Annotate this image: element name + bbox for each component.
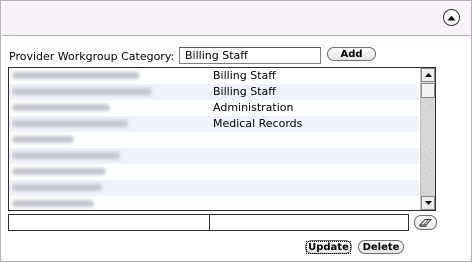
arrow-up-icon [424, 73, 432, 77]
collapse-button[interactable] [443, 9, 460, 26]
provider-name-redacted [12, 182, 202, 193]
provider-category: Medical Records [213, 117, 303, 130]
list-row[interactable]: Billing Staff [9, 84, 419, 100]
edit-category-field[interactable] [209, 214, 409, 231]
list-row[interactable]: Billing Staff [9, 68, 419, 84]
scroll-down-button[interactable] [421, 196, 435, 210]
list-row[interactable] [9, 132, 419, 148]
list-row[interactable] [9, 148, 419, 164]
provider-name-redacted [12, 86, 202, 97]
provider-category: Billing Staff [213, 69, 276, 82]
category-input[interactable] [179, 47, 321, 64]
provider-name-redacted [12, 166, 202, 177]
scroll-thumb[interactable] [421, 83, 435, 98]
provider-name-redacted [12, 150, 202, 161]
add-button[interactable]: Add [327, 47, 376, 61]
provider-category: Billing Staff [213, 85, 276, 98]
edit-name-field[interactable] [8, 214, 210, 231]
list-row[interactable]: Medical Records [9, 116, 419, 132]
scroll-track[interactable] [422, 99, 435, 195]
provider-name-redacted [12, 198, 202, 209]
provider-name-redacted [12, 118, 202, 129]
update-button[interactable]: Update [305, 240, 352, 254]
list-row[interactable] [9, 180, 419, 196]
update-label: Update [306, 241, 351, 254]
vertical-scrollbar[interactable] [420, 68, 435, 210]
category-label: Provider Workgroup Category: [9, 50, 175, 63]
arrow-down-icon [424, 201, 432, 205]
scroll-up-button[interactable] [421, 68, 435, 82]
provider-list[interactable]: Billing Staff Billing Staff Administration… [8, 67, 436, 211]
provider-name-redacted [12, 70, 202, 81]
provider-category: Administration [213, 101, 294, 114]
delete-button[interactable]: Delete [358, 240, 404, 254]
list-row[interactable] [9, 196, 419, 210]
list-row[interactable]: Administration [9, 100, 419, 116]
eraser-icon [419, 219, 432, 227]
list-row[interactable] [9, 164, 419, 180]
provider-name-redacted [12, 102, 202, 113]
clear-button[interactable] [414, 215, 437, 230]
panel-header [2, 1, 471, 36]
provider-name-redacted [12, 134, 202, 145]
chevron-up-icon [447, 15, 456, 20]
workgroup-panel: Provider Workgroup Category: Add Billing… [0, 0, 472, 262]
